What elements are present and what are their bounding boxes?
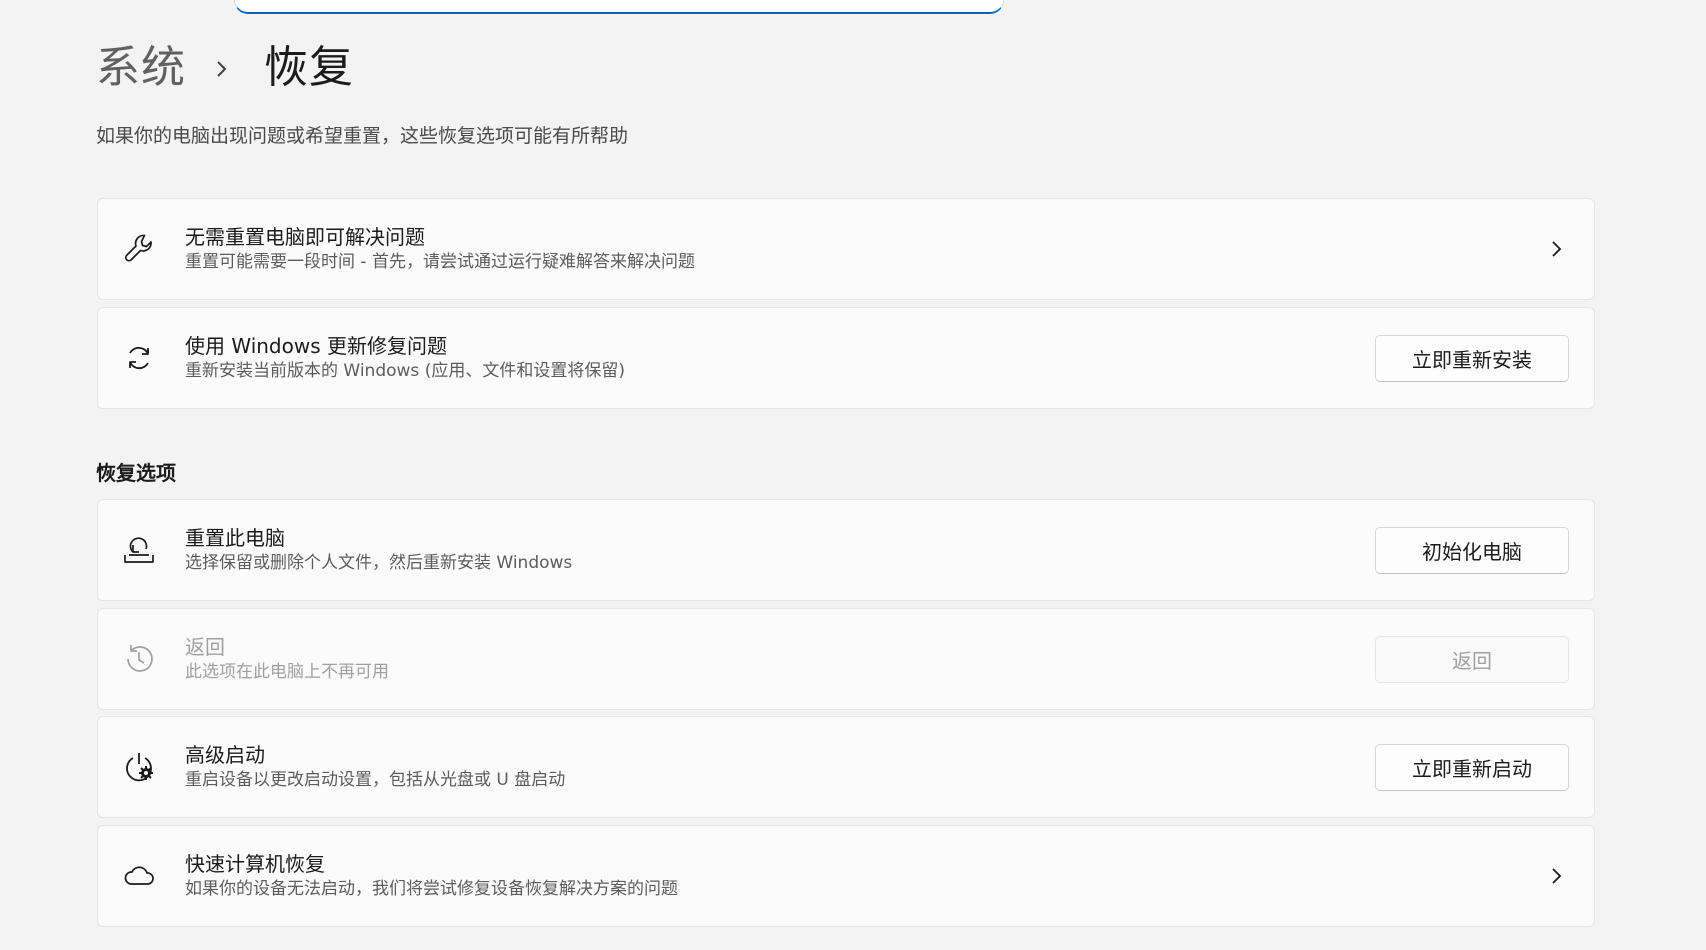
advanced-startup-card: 高级启动 重启设备以更改启动设置，包括从光盘或 U 盘启动 立即重新启动 (97, 716, 1595, 818)
section-header-recovery-options: 恢复选项 (96, 461, 176, 485)
card-description: 如果你的设备无法启动，我们将尝试修复设备恢复解决方案的问题 (185, 879, 678, 899)
reset-pc-icon (122, 533, 156, 567)
wrench-icon (122, 232, 156, 266)
card-title: 重置此电脑 (185, 526, 285, 550)
card-title: 快速计算机恢复 (185, 852, 325, 876)
card-title: 无需重置电脑即可解决问题 (185, 225, 425, 249)
troubleshoot-card[interactable]: 无需重置电脑即可解决问题 重置可能需要一段时间 - 首先，请尝试通过运行疑难解答… (97, 198, 1595, 300)
advanced-startup-icon (122, 750, 156, 784)
breadcrumb: 系统 恢复 (96, 40, 354, 96)
quick-machine-recovery-card[interactable]: 快速计算机恢复 如果你的设备无法启动，我们将尝试修复设备恢复解决方案的问题 (97, 825, 1595, 927)
card-description: 重置可能需要一段时间 - 首先，请尝试通过运行疑难解答来解决问题 (185, 252, 695, 272)
card-description: 选择保留或删除个人文件，然后重新安装 Windows (185, 553, 573, 573)
breadcrumb-parent[interactable]: 系统 (96, 40, 186, 96)
chevron-right-icon[interactable] (1544, 864, 1568, 888)
card-description: 重启设备以更改启动设置，包括从光盘或 U 盘启动 (185, 770, 566, 790)
chevron-right-icon[interactable] (1544, 237, 1568, 261)
windows-update-repair-card: 使用 Windows 更新修复问题 重新安装当前版本的 Windows (应用、… (97, 307, 1595, 409)
go-back-card: 返回 此选项在此电脑上不再可用 返回 (97, 608, 1595, 710)
page-title: 恢复 (264, 42, 354, 93)
card-description: 重新安装当前版本的 Windows (应用、文件和设置将保留) (185, 361, 625, 381)
search-box[interactable] (234, 0, 1004, 14)
restart-now-button[interactable]: 立即重新启动 (1375, 744, 1569, 791)
reinstall-now-button[interactable]: 立即重新安装 (1375, 335, 1569, 382)
chevron-right-icon (212, 40, 234, 96)
cloud-icon (122, 859, 156, 893)
go-back-button: 返回 (1375, 636, 1569, 683)
history-icon (122, 642, 156, 676)
card-description: 此选项在此电脑上不再可用 (185, 662, 389, 682)
page-subtitle: 如果你的电脑出现问题或希望重置，这些恢复选项可能有所帮助 (96, 125, 629, 147)
card-title: 高级启动 (185, 743, 265, 767)
sync-icon (122, 341, 156, 375)
reset-pc-button[interactable]: 初始化电脑 (1375, 527, 1569, 574)
card-title: 使用 Windows 更新修复问题 (185, 334, 447, 358)
reset-pc-card: 重置此电脑 选择保留或删除个人文件，然后重新安装 Windows 初始化电脑 (97, 499, 1595, 601)
card-title: 返回 (185, 635, 225, 659)
